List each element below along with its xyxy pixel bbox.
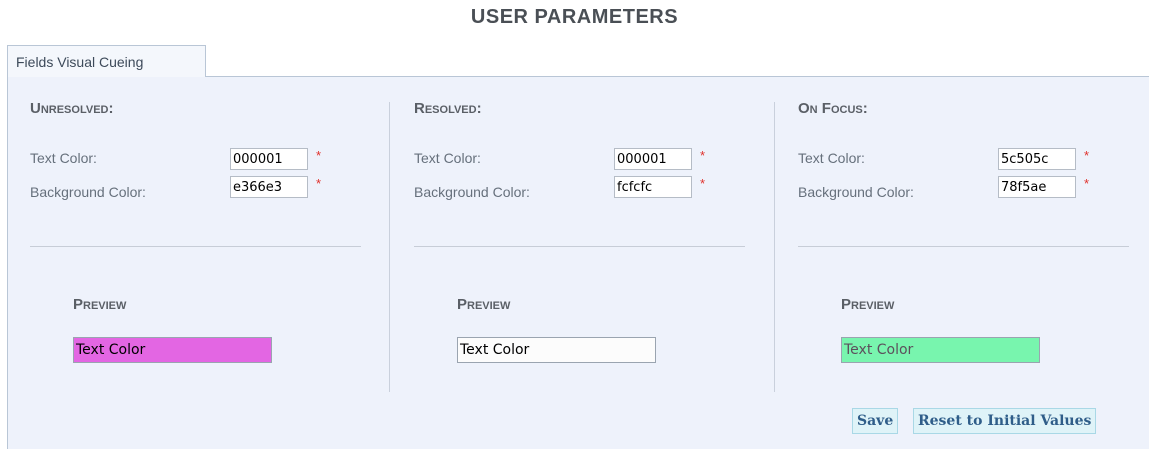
required-marker: * [700,176,706,191]
section-heading-unresolved: Unresolved: [30,100,114,117]
required-marker: * [1084,176,1090,191]
background-color-label: Background Color: [414,184,530,200]
on-focus-preview-box: Text Color [841,337,1040,363]
save-button[interactable]: Save [852,408,899,434]
required-marker: * [316,148,322,163]
background-color-label: Background Color: [798,184,914,200]
resolved-text-color-input[interactable] [614,148,692,170]
resolved-preview-box: Text Color [457,337,656,363]
resolved-section: Resolved: Text Color: * Background Color… [414,100,745,392]
required-marker: * [1084,148,1090,163]
preview-heading: Preview [73,296,127,313]
on-focus-text-color-input[interactable] [998,148,1076,170]
required-marker: * [316,176,322,191]
section-divider [798,246,1129,247]
section-divider [414,246,745,247]
section-heading-resolved: Resolved: [414,100,482,117]
resolved-background-color-input[interactable] [614,176,692,198]
background-color-label: Background Color: [30,184,146,200]
tab-fields-visual-cueing[interactable]: Fields Visual Cueing [7,45,206,77]
text-color-label: Text Color: [798,150,865,166]
preview-heading: Preview [841,296,895,313]
on-focus-section: On Focus: Text Color: * Background Color… [798,100,1129,392]
text-color-label: Text Color: [30,150,97,166]
column-separator [774,102,775,392]
page-title: USER PARAMETERS [470,6,679,28]
required-marker: * [700,148,706,163]
on-focus-background-color-input[interactable] [998,176,1076,198]
preview-heading: Preview [457,296,511,313]
unresolved-section: Unresolved: Text Color: * Background Col… [30,100,361,392]
column-separator [389,102,390,392]
unresolved-text-color-input[interactable] [230,148,308,170]
section-heading-on-focus: On Focus: [798,100,868,117]
section-divider [30,246,361,247]
unresolved-preview-box: Text Color [73,337,272,363]
unresolved-background-color-input[interactable] [230,176,308,198]
text-color-label: Text Color: [414,150,481,166]
reset-to-initial-values-button[interactable]: Reset to Initial Values [913,408,1097,434]
